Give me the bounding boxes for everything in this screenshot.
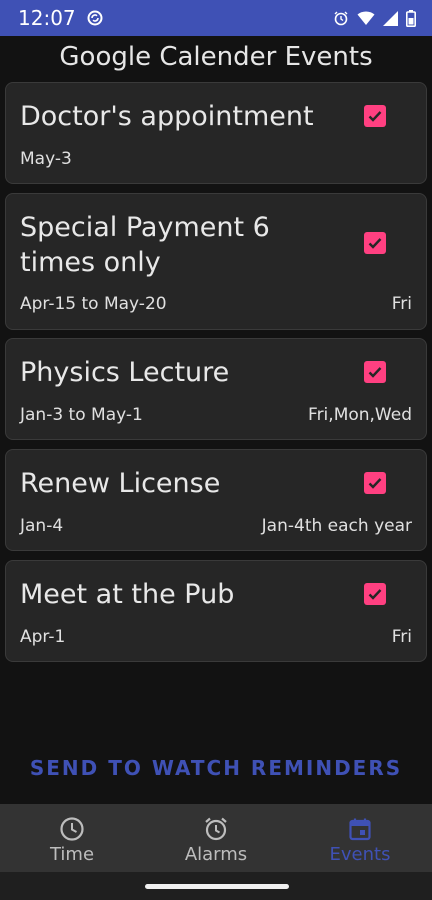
calendar-icon bbox=[347, 816, 373, 842]
event-checkbox[interactable] bbox=[364, 105, 386, 127]
check-icon bbox=[368, 589, 382, 600]
nav-label-time: Time bbox=[49, 844, 95, 865]
status-time: 12:07 bbox=[18, 6, 76, 30]
event-title: Renew License bbox=[20, 468, 221, 499]
nav-item-events[interactable]: Events bbox=[288, 804, 432, 872]
sync-icon bbox=[86, 9, 104, 27]
nav-item-time[interactable]: Time bbox=[0, 804, 144, 872]
event-card[interactable]: Physics Lecture Jan-3 to May-1 Fri,Mon,W… bbox=[5, 338, 427, 440]
alarm-clock-icon bbox=[203, 816, 229, 842]
event-card[interactable]: Doctor's appointment May-3 bbox=[5, 82, 427, 184]
event-card[interactable]: Special Payment 6 times only Apr-15 to M… bbox=[5, 193, 427, 330]
event-checkbox[interactable] bbox=[364, 472, 386, 494]
page-title: Google Calender Events bbox=[59, 42, 373, 72]
event-date: Jan-4 bbox=[20, 516, 64, 536]
event-title: Physics Lecture bbox=[20, 357, 230, 388]
wifi-icon bbox=[357, 10, 375, 26]
check-icon bbox=[368, 238, 382, 249]
event-checkbox[interactable] bbox=[364, 232, 386, 254]
event-title: Special Payment 6 times only bbox=[20, 212, 270, 278]
alarm-icon bbox=[333, 10, 349, 26]
clock-icon bbox=[59, 816, 85, 842]
event-date: Apr-15 to May-20 bbox=[20, 294, 167, 314]
gesture-bar[interactable] bbox=[145, 884, 289, 889]
check-icon bbox=[368, 111, 382, 122]
nav-label-events: Events bbox=[329, 844, 391, 865]
event-card[interactable]: Renew License Jan-4 Jan-4th each year bbox=[5, 449, 427, 551]
battery-icon bbox=[406, 9, 416, 27]
event-card[interactable]: Meet at the Pub Apr-1 Fri bbox=[5, 560, 427, 662]
nav-item-alarms[interactable]: Alarms bbox=[144, 804, 288, 872]
check-icon bbox=[368, 367, 382, 378]
event-checkbox[interactable] bbox=[364, 361, 386, 383]
event-date: Jan-3 to May-1 bbox=[20, 405, 143, 425]
nav-label-alarms: Alarms bbox=[184, 844, 248, 865]
check-icon bbox=[368, 478, 382, 489]
event-repeat: Fri,Mon,Wed bbox=[308, 405, 412, 425]
event-checkbox[interactable] bbox=[364, 583, 386, 605]
event-repeat: Jan-4th each year bbox=[261, 516, 412, 536]
status-bar: 12:07 bbox=[0, 0, 432, 36]
event-repeat: Fri bbox=[391, 627, 412, 647]
signal-icon bbox=[383, 10, 398, 26]
send-to-watch-button[interactable]: SEND TO WATCH REMINDERS bbox=[0, 756, 432, 780]
event-title: Doctor's appointment bbox=[20, 101, 314, 132]
event-title: Meet at the Pub bbox=[20, 579, 235, 610]
event-repeat: Fri bbox=[391, 294, 412, 314]
event-date: May-3 bbox=[20, 149, 72, 169]
event-date: Apr-1 bbox=[20, 627, 66, 647]
gesture-area bbox=[0, 872, 432, 900]
bottom-nav: Time Alarms Events bbox=[0, 804, 432, 872]
